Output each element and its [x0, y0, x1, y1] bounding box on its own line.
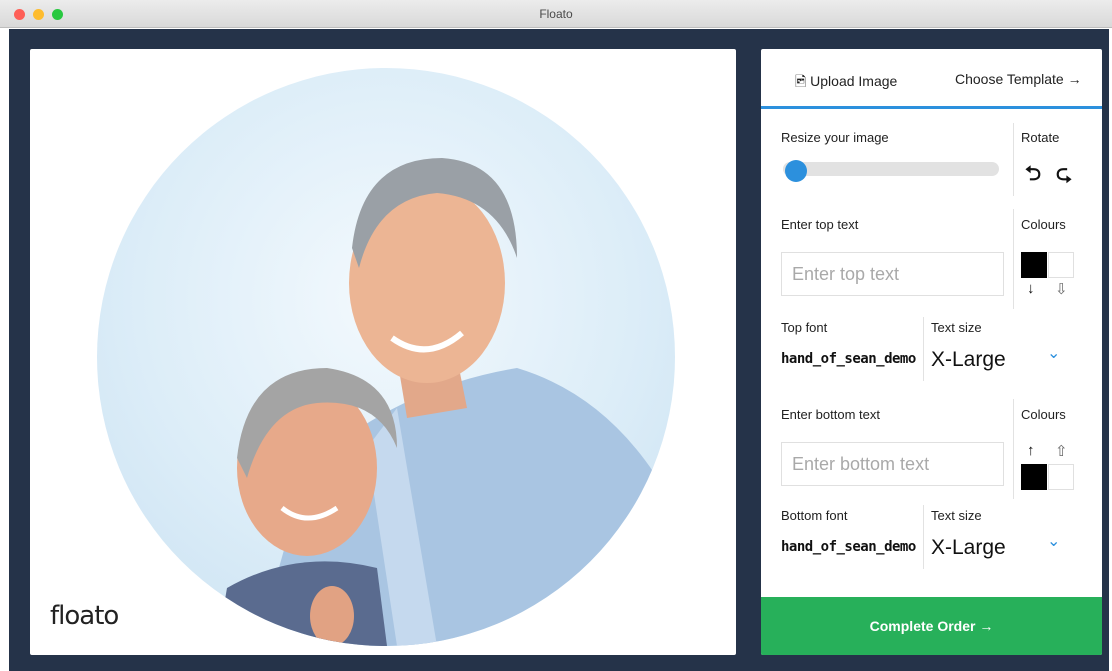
- rotate-label: Rotate: [1021, 130, 1060, 145]
- tab-upload-image[interactable]: 🖻 Upload Image: [795, 71, 897, 95]
- divider: [1013, 209, 1014, 309]
- top-text-input[interactable]: [781, 252, 1004, 296]
- chevron-down-icon[interactable]: ⌄: [1047, 343, 1060, 363]
- bottom-size-label: Text size: [931, 508, 982, 523]
- complete-order-button[interactable]: Complete Order →: [761, 597, 1102, 655]
- divider: [923, 505, 924, 569]
- circular-photo: [97, 68, 675, 646]
- resize-slider-track[interactable]: [783, 162, 999, 176]
- bottom-font-select[interactable]: hand_of_sean_demo: [781, 539, 921, 555]
- top-size-label: Text size: [931, 320, 982, 335]
- top-stroke-color-swatch[interactable]: [1048, 252, 1074, 278]
- couple-photo-illustration: [217, 158, 675, 646]
- top-colours-label: Colours: [1021, 217, 1066, 232]
- tab-bar: 🖻 Upload Image Choose Template →: [761, 49, 1102, 109]
- bottom-text-input[interactable]: [781, 442, 1004, 486]
- arrow-down-outline-icon[interactable]: ⇩: [1055, 280, 1068, 298]
- rotate-left-icon[interactable]: ⮌: [1025, 159, 1041, 193]
- resize-label: Resize your image: [781, 130, 889, 145]
- arrow-up-outline-icon[interactable]: ⇧: [1055, 442, 1068, 460]
- bottom-font-label: Bottom font: [781, 508, 848, 523]
- bottom-size-select[interactable]: X-Large: [931, 536, 1006, 560]
- image-preview: floato: [30, 49, 736, 655]
- image-icon: 🖻: [795, 73, 807, 89]
- bottom-colours-label: Colours: [1021, 407, 1066, 422]
- bottom-text-label: Enter bottom text: [781, 407, 880, 422]
- floato-logo: floato: [50, 601, 119, 631]
- resize-slider-handle[interactable]: [785, 160, 807, 182]
- app-container: floato 🖻 Upload Image Choose Template → …: [9, 29, 1109, 671]
- top-font-label: Top font: [781, 320, 828, 335]
- arrow-up-icon[interactable]: ↑: [1027, 442, 1035, 459]
- tab-upload-label: Upload Image: [810, 73, 898, 89]
- window-title: Floato: [539, 7, 573, 21]
- top-font-select[interactable]: hand_of_sean_demo: [781, 351, 921, 367]
- rotate-right-icon[interactable]: ⮎: [1056, 159, 1072, 193]
- tab-choose-template[interactable]: Choose Template →: [955, 71, 1082, 87]
- bottom-stroke-color-swatch[interactable]: [1048, 464, 1074, 490]
- top-size-select[interactable]: X-Large: [931, 348, 1006, 372]
- editor-panel: 🖻 Upload Image Choose Template → Resize …: [761, 49, 1102, 655]
- top-text-color-swatch[interactable]: [1021, 252, 1047, 278]
- divider: [923, 317, 924, 381]
- bottom-text-color-swatch[interactable]: [1021, 464, 1047, 490]
- top-text-label: Enter top text: [781, 217, 859, 232]
- title-bar: Floato: [0, 0, 1112, 28]
- divider: [1013, 399, 1014, 499]
- chevron-down-icon[interactable]: ⌄: [1047, 531, 1060, 551]
- arrow-down-icon[interactable]: ↓: [1027, 280, 1035, 297]
- divider: [1013, 123, 1014, 196]
